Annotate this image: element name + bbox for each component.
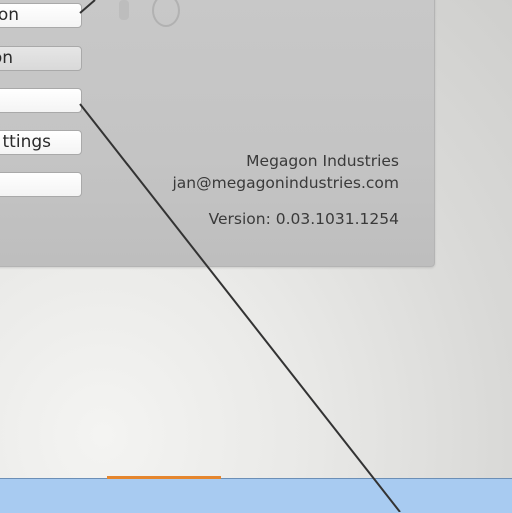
- connector-lines: [79, 0, 401, 512]
- connector-line-top: [79, 0, 96, 14]
- connector-line-diagonal: [79, 103, 401, 512]
